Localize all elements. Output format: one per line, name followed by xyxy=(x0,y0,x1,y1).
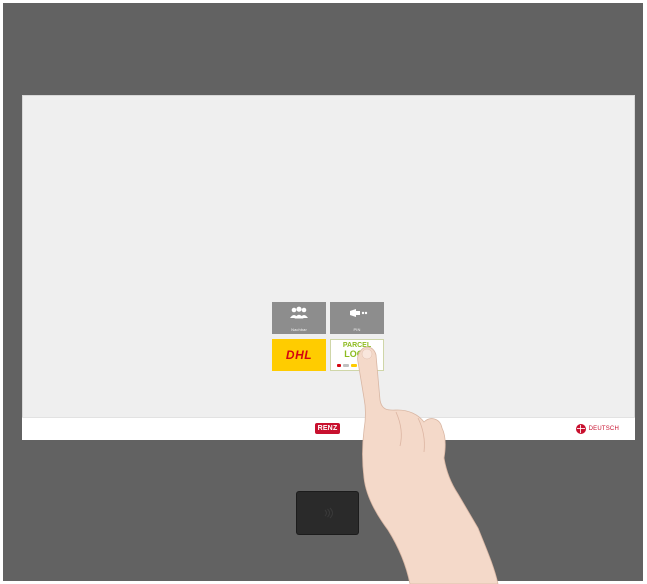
pin-label: PIN xyxy=(353,327,361,332)
pin-icon xyxy=(350,309,368,317)
pin-tile[interactable]: PIN xyxy=(330,302,384,334)
dhl-logo: DHL xyxy=(285,348,313,362)
language-label: DEUTSCH xyxy=(588,426,619,432)
parcel-lock-tile[interactable]: PARCEL LOCK xyxy=(330,339,384,371)
kiosk-housing: Nachbar PIN DHL PARCEL LOCK RENZ DEUTSCH xyxy=(3,3,643,581)
screen-footer: RENZ DEUTSCH xyxy=(22,417,635,440)
contactless-icon xyxy=(324,507,333,519)
neighbours-label: Nachbar xyxy=(291,327,307,332)
globe-icon xyxy=(575,424,586,434)
language-button[interactable]: DEUTSCH xyxy=(575,423,619,435)
card-reader[interactable] xyxy=(297,492,358,534)
neighbours-tile[interactable]: Nachbar xyxy=(272,302,326,334)
touch-screen: Nachbar PIN DHL PARCEL LOCK RENZ DEUTSCH xyxy=(22,95,635,440)
kiosk-scene: Nachbar PIN DHL PARCEL LOCK RENZ DEUTSCH xyxy=(0,0,647,584)
people-icon xyxy=(290,306,308,319)
parcel-lock-logo: PARCEL LOCK xyxy=(342,342,372,359)
dhl-tile[interactable]: DHL xyxy=(272,339,326,371)
renz-logo: RENZ xyxy=(315,423,340,434)
parcel-lock-partners xyxy=(337,363,377,367)
